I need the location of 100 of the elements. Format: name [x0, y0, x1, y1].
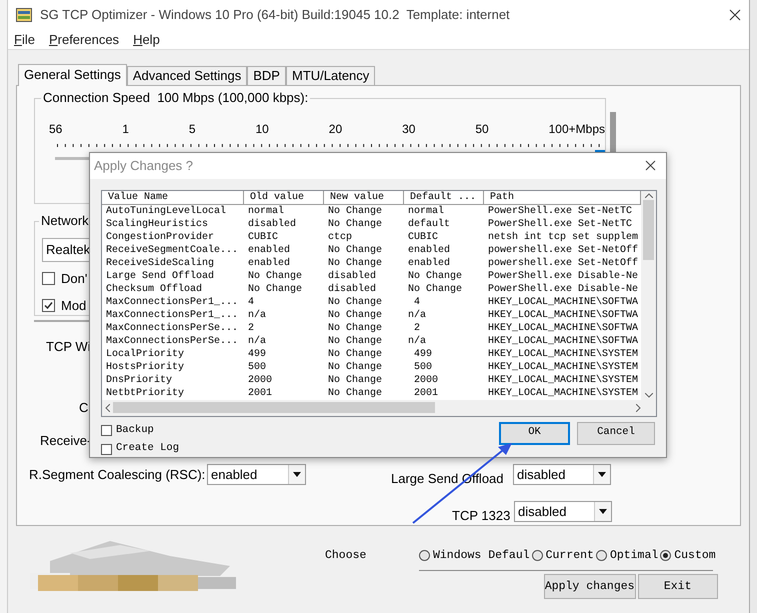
table-cell-text: HKEY_LOCAL_MACHINE\SOFTWA [487, 296, 640, 308]
dropdown[interactable]: disabled [513, 464, 611, 486]
radio-option[interactable]: Windows Defaul [419, 547, 530, 564]
exit-button[interactable]: Exit [638, 574, 718, 600]
radio-option[interactable]: Current [532, 547, 594, 564]
table-cell-text: enabled [247, 244, 292, 256]
table-cell-text: HKEY_LOCAL_MACHINE\SOFTWA [487, 308, 640, 322]
choose-label: Choose [325, 548, 368, 564]
table-cell-text: DnsPriority [105, 374, 174, 386]
table-cell-text: HKEY_LOCAL_MACHINE\SOFTWA [487, 334, 640, 348]
column-header[interactable]: Old value [244, 190, 324, 204]
close-icon[interactable] [645, 160, 656, 172]
table-cell-text: enabled [407, 244, 452, 256]
dropdown[interactable]: enabled [207, 464, 306, 486]
dropdown[interactable]: disabled [514, 500, 612, 522]
table-cell-text: ScalingHeuristics [105, 218, 210, 230]
scrollbar-thumb[interactable] [643, 200, 654, 260]
table-cell-text: default [407, 218, 452, 230]
tab[interactable]: General Settings [18, 64, 127, 86]
caret-icon [598, 472, 606, 478]
table-cell-text: No Change [407, 282, 464, 296]
table-cell-text: 2001 [247, 386, 274, 400]
table-cell-text: Large Send Offload [105, 270, 216, 282]
vertical-scrollbar[interactable] [641, 190, 656, 400]
table-cell-text: 2000 [247, 374, 274, 386]
checkbox-label: Mod [61, 296, 86, 314]
radio-option[interactable]: Optimal [596, 547, 658, 564]
table-cell-text: n/a [247, 308, 268, 322]
table-cell-text: PowerShell.exe Set-NetTC [487, 204, 634, 218]
table-cell-text: netsh int tcp set supplem [487, 230, 640, 244]
table-cell-text: n/a [407, 308, 428, 322]
checkbox[interactable] [42, 298, 55, 312]
table-cell-text: LocalPriority [105, 348, 186, 360]
table-cell-text: CUBIC [407, 230, 440, 244]
menu-item[interactable]: File [14, 30, 35, 50]
column-header[interactable]: Default ... [404, 190, 484, 204]
radio-option[interactable]: Custom [660, 547, 716, 564]
table-cell-text: PowerShell.exe Disable-Ne [487, 282, 640, 296]
tab[interactable]: Advanced Settings [126, 66, 248, 85]
table-cell-text: HKEY_LOCAL_MACHINE\SYSTEM [487, 360, 640, 374]
table-cell-text: 499 [247, 348, 268, 360]
table-cell-text: No Change [327, 374, 384, 386]
tab[interactable]: BDP [247, 66, 286, 85]
close-icon[interactable] [729, 9, 741, 21]
table-cell-text: CongestionProvider [105, 230, 216, 244]
table-cell-text: Checksum Offload [105, 282, 204, 296]
checkbox-label: Don' [61, 270, 88, 288]
scale-label: 10 [256, 121, 269, 138]
table-cell-text: NetbtPriority [105, 386, 186, 400]
field-label: TCP 1323 [452, 506, 512, 524]
scale-label: 56 [49, 121, 62, 138]
menu-item[interactable]: Help [133, 30, 160, 50]
app-icon [16, 8, 32, 22]
group-label: Connection Speed 100 Mbps (100,000 kbps): [41, 90, 310, 106]
dialog-title: Apply Changes ? [94, 157, 194, 175]
cancel-button[interactable]: Cancel [577, 422, 655, 444]
menu-item[interactable]: Preferences [48, 30, 120, 50]
table-cell-text: HKEY_LOCAL_MACHINE\SYSTEM [487, 374, 640, 386]
table-cell-text: No Change [247, 282, 304, 296]
table-cell-text: ctcp [327, 230, 354, 244]
table-cell-text: HKEY_LOCAL_MACHINE\SYSTEM [487, 386, 640, 400]
table-cell-text: No Change [327, 244, 384, 256]
tab[interactable]: MTU/Latency [286, 66, 376, 85]
scale-label: 5 [188, 121, 196, 138]
table-cell-text: CUBIC [247, 230, 280, 244]
checkbox[interactable] [101, 444, 112, 455]
table-cell-text: HKEY_LOCAL_MACHINE\SOFTWA [487, 322, 640, 334]
radio-dot[interactable] [660, 550, 672, 562]
scale-label: 50 [475, 121, 489, 138]
scale-label: 1 [122, 121, 129, 138]
table-cell-text: 500 [413, 360, 434, 374]
column-header[interactable]: Path [484, 190, 641, 204]
table-cell-text: No Change [327, 322, 384, 334]
table-cell-text: MaxConnectionsPerSe... [105, 322, 240, 334]
table-cell-text: No Change [327, 334, 384, 348]
table-cell-text: 499 [413, 348, 434, 360]
window-title: SG TCP Optimizer - Windows 10 Pro (64-bit) Build:19045 10.2 Template: internet [40, 6, 511, 24]
horizontal-scrollbar[interactable] [102, 400, 656, 416]
table-cell-text: powershell.exe Set-NetOff [487, 256, 640, 270]
table-cell-text: 2 [413, 322, 422, 334]
ok-button[interactable]: OK [499, 422, 570, 444]
checkbox[interactable] [42, 272, 55, 286]
table-cell-text: No Change [327, 256, 384, 270]
column-header[interactable]: Value Name [102, 190, 244, 204]
caret-icon [599, 508, 607, 514]
scale-label: 100+Mbps [548, 121, 605, 138]
table-cell-text: HKEY_LOCAL_MACHINE\SYSTEM [487, 348, 640, 360]
table-cell-text: No Change [327, 218, 384, 230]
apply-changes-button[interactable]: Apply changes [544, 574, 636, 600]
table-cell-text: 4 [413, 296, 422, 308]
column-header[interactable]: New value [324, 190, 404, 204]
checkbox[interactable] [101, 424, 112, 436]
field-label: C [79, 399, 88, 417]
scrollbar-thumb[interactable] [113, 402, 435, 413]
table-cell-text: MaxConnectionsPerSe... [105, 334, 240, 348]
table-cell-text: 2 [247, 322, 256, 334]
table-cell-text: powershell.exe Set-NetOff [487, 244, 640, 256]
table-cell-text: normal [247, 204, 286, 218]
table-cell-text: MaxConnectionsPer1_... [105, 296, 240, 308]
table-cell-text: No Change [327, 386, 384, 400]
